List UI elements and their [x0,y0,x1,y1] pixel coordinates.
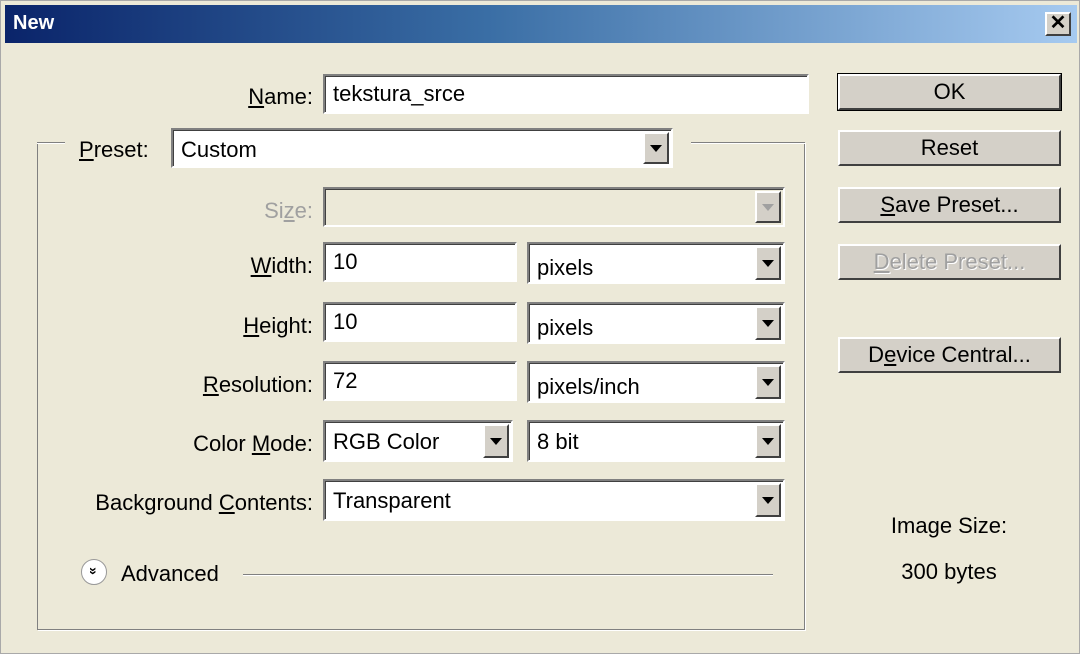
bit-depth-select[interactable]: 8 bit [527,420,785,462]
height-unit-value: pixels [537,315,594,340]
background-contents-value: Transparent [333,488,451,513]
height-unit-select[interactable]: pixels [527,302,785,344]
background-contents-select[interactable]: Transparent [323,479,785,521]
reset-button[interactable]: Reset [838,130,1061,166]
size-select [323,187,785,227]
delete-preset-button: Delete Preset... [838,244,1061,280]
close-icon: ✕ [1049,12,1067,34]
window-title: New [13,12,55,34]
image-size-value: 300 bytes [901,559,997,584]
height-value: 10 [333,309,358,334]
width-field[interactable]: 10 [323,242,517,282]
preset-select[interactable]: Custom [171,128,673,168]
chevron-down-icon[interactable] [755,365,781,399]
resolution-unit-select[interactable]: pixels/inch [527,361,785,403]
save-preset-button[interactable]: Save Preset... [838,187,1061,223]
name-value: tekstura_srce [333,81,466,106]
width-unit-select[interactable]: pixels [527,242,785,284]
chevron-down-icon[interactable] [483,424,509,458]
chevron-down-icon[interactable] [755,424,781,458]
chevron-down-icon[interactable] [755,483,781,517]
close-button[interactable]: ✕ [1045,12,1071,36]
size-label: Size: [264,198,313,223]
width-label: Width: [250,253,313,278]
background-contents-label: Background Contents: [95,490,313,515]
color-mode-label: Color Mode: [193,431,313,456]
double-chevron-down-icon[interactable]: » [81,559,107,585]
resolution-field[interactable]: 72 [323,361,517,401]
image-size-label: Image Size: [890,513,1008,538]
chevron-down-icon[interactable] [755,306,781,340]
height-label: Height: [243,313,313,338]
width-value: 10 [333,249,358,274]
preset-value: Custom [181,137,257,162]
preset-group-line-right [691,142,805,144]
width-unit-value: pixels [537,255,594,280]
name-field[interactable]: tekstura_srce [323,74,809,114]
color-mode-select[interactable]: RGB Color [323,420,513,462]
preset-group-line-left [37,142,65,144]
advanced-divider [243,574,773,576]
chevron-down-icon[interactable] [755,246,781,280]
advanced-label[interactable]: Advanced [121,561,219,587]
color-mode-value: RGB Color [333,429,440,454]
height-field[interactable]: 10 [323,302,517,342]
ok-button[interactable]: OK [837,73,1062,111]
chevron-down-icon [755,191,781,223]
device-central-button[interactable]: Device Central... [838,337,1061,373]
preset-label: Preset: [79,137,149,162]
new-document-dialog: New ✕ Name: tekstura_srce Preset: Custom… [0,0,1080,654]
name-label: Name: [248,84,313,109]
bit-depth-value: 8 bit [537,429,579,454]
resolution-label: Resolution: [202,372,313,397]
resolution-unit-value: pixels/inch [537,374,640,399]
chevron-down-icon[interactable] [643,132,669,164]
title-bar[interactable]: New ✕ [5,5,1077,43]
resolution-value: 72 [333,368,358,393]
